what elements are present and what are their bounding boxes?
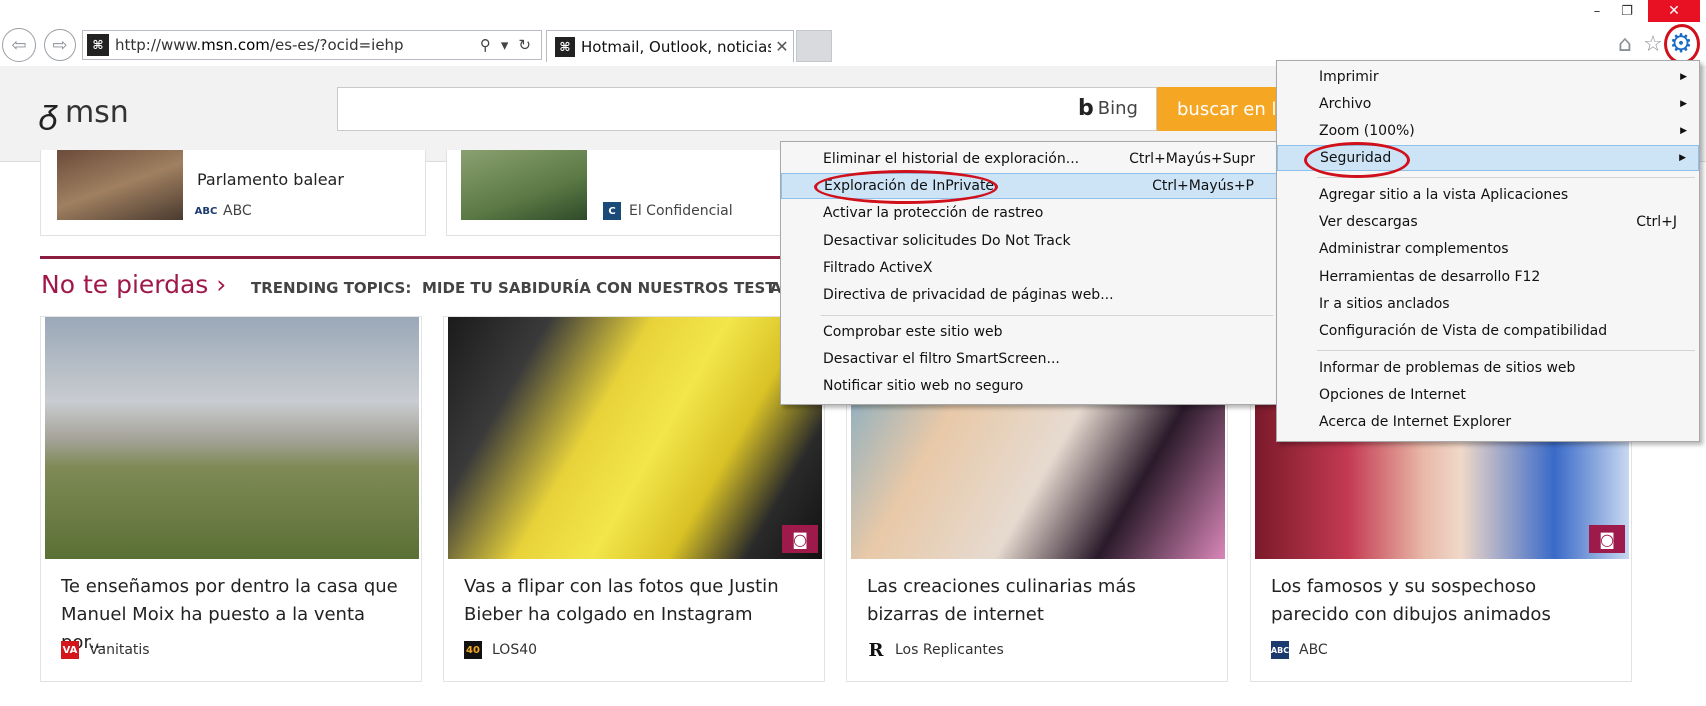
submenu-arrow-icon: ▶ xyxy=(1680,72,1687,82)
shortcut-text: Ctrl+J xyxy=(1636,214,1677,230)
site-favicon-icon: ⌘ xyxy=(87,34,109,56)
new-tab-button[interactable] xyxy=(796,30,832,62)
news-source: VA Vanitatis xyxy=(61,641,150,659)
news-source: ABC ABC xyxy=(1270,641,1328,659)
section-title[interactable]: No te pierdas › xyxy=(41,270,226,299)
minimize-button[interactable]: – xyxy=(1582,0,1612,22)
search-icon[interactable]: ⚲ xyxy=(480,36,491,54)
browser-chrome: – ❐ ✕ ⇦ ⇨ ⌘ http://www.msn.com/es-es/?oc… xyxy=(0,0,1706,66)
submenu-arrow-icon: ▶ xyxy=(1680,99,1687,109)
menu-item-compat-view[interactable]: Configuración de Vista de compatibilidad xyxy=(1277,318,1699,344)
menu-separator xyxy=(821,315,1273,316)
menu-item-do-not-track[interactable]: Desactivar solicitudes Do Not Track xyxy=(781,228,1277,254)
los40-logo-icon: 40 xyxy=(464,641,482,659)
news-card-top[interactable]: C El Confidencial xyxy=(446,150,832,236)
url-text[interactable]: http://www.msn.com/es-es/?ocid=iehp xyxy=(115,36,480,54)
trending-link[interactable]: MIDE TU SABIDURÍA CON NUESTROS TEST xyxy=(422,279,775,297)
menu-item-tracking-protection[interactable]: Activar la protección de rastreo xyxy=(781,200,1277,226)
menu-separator xyxy=(1317,177,1695,178)
tools-menu: Imprimir ▶ Archivo ▶ Zoom (100%) ▶ Segurida… xyxy=(1276,60,1700,442)
news-title[interactable]: Vas a flipar con las fotos que Justin Bi… xyxy=(464,573,808,629)
forward-button[interactable]: ⇨ xyxy=(44,29,76,61)
shortcut-text: Ctrl+Mayús+P xyxy=(1152,178,1254,194)
news-thumbnail xyxy=(57,150,183,220)
news-thumbnail xyxy=(461,150,587,220)
menu-item-check-site[interactable]: Comprobar este sitio web xyxy=(781,319,1277,345)
news-source: R Los Replicantes xyxy=(868,639,1004,661)
news-image xyxy=(448,317,822,559)
submenu-arrow-icon: ▶ xyxy=(1679,153,1686,163)
vanitatis-logo-icon: VA xyxy=(61,641,79,659)
menu-item-pinned-sites[interactable]: Ir a sitios anclados xyxy=(1277,291,1699,317)
star-icon[interactable]: ☆ xyxy=(1640,30,1666,58)
menu-item-delete-history[interactable]: Eliminar el historial de exploración... … xyxy=(781,146,1277,172)
msn-logo[interactable]: ᵹ msn xyxy=(40,92,129,132)
search-input[interactable]: b Bing xyxy=(337,87,1157,131)
submenu-arrow-icon: ▶ xyxy=(1680,126,1687,136)
section-divider xyxy=(40,256,800,259)
maximize-button[interactable]: ❐ xyxy=(1612,0,1642,22)
menu-item-add-site-apps[interactable]: Agregar sitio a la vista Aplicaciones xyxy=(1277,182,1699,208)
forward-arrow-icon: ⇨ xyxy=(52,34,68,56)
camera-icon: ◙ xyxy=(1589,525,1625,553)
news-card-top[interactable]: Parlamento balear ABC ABC xyxy=(40,150,426,236)
tab-close-icon[interactable]: ✕ xyxy=(771,37,793,56)
back-button[interactable]: ⇦ xyxy=(2,28,36,62)
home-icon[interactable]: ⌂ xyxy=(1612,30,1638,58)
news-image xyxy=(45,317,419,559)
menu-item-about-ie[interactable]: Acerca de Internet Explorer xyxy=(1277,409,1699,435)
abc-logo-icon: ABC xyxy=(1271,641,1289,659)
back-arrow-icon: ⇦ xyxy=(11,34,27,56)
elconfidencial-logo-icon: C xyxy=(603,202,621,220)
butterfly-icon: ᵹ xyxy=(40,92,59,132)
menu-item-activex-filtering[interactable]: Filtrado ActiveX xyxy=(781,255,1277,281)
annotation-circle-inprivate xyxy=(814,170,998,204)
menu-item-manage-addons[interactable]: Administrar complementos xyxy=(1277,236,1699,262)
tab-title: Hotmail, Outlook, noticias, ... xyxy=(581,37,771,56)
close-button[interactable]: ✕ xyxy=(1648,0,1700,22)
menu-item-privacy-policy[interactable]: Directiva de privacidad de páginas web..… xyxy=(781,282,1277,308)
annotation-circle-security xyxy=(1304,142,1410,178)
news-card[interactable]: ◙ Vas a flipar con las fotos que Justin … xyxy=(443,316,825,682)
news-title[interactable]: Las creaciones culinarias más bizarras d… xyxy=(867,573,1211,629)
bing-label: b Bing xyxy=(1078,96,1138,121)
abc-logo-icon: ABC xyxy=(194,205,218,217)
news-source: C El Confidencial xyxy=(603,202,733,220)
news-source: 40 LOS40 xyxy=(464,641,537,659)
menu-item-print[interactable]: Imprimir ▶ xyxy=(1277,64,1699,90)
annotation-circle-gear xyxy=(1664,24,1700,64)
menu-item-downloads[interactable]: Ver descargas Ctrl+J xyxy=(1277,209,1699,235)
menu-item-f12-tools[interactable]: Herramientas de desarrollo F12 xyxy=(1277,264,1699,290)
news-title[interactable]: Parlamento balear xyxy=(197,170,344,189)
menu-item-file[interactable]: Archivo ▶ xyxy=(1277,91,1699,117)
news-card[interactable]: Te enseñamos por dentro la casa que Manu… xyxy=(40,316,422,682)
news-source: ABC ABC xyxy=(194,203,252,219)
shortcut-text: Ctrl+Mayús+Supr xyxy=(1129,151,1255,167)
losreplicantes-logo-icon: R xyxy=(868,639,884,661)
trending-label: TRENDING TOPICS: xyxy=(251,279,412,297)
menu-item-report-unsafe[interactable]: Notificar sitio web no seguro xyxy=(781,373,1277,399)
menu-separator xyxy=(1317,350,1695,351)
bing-icon: b xyxy=(1078,96,1094,121)
menu-item-zoom[interactable]: Zoom (100%) ▶ xyxy=(1277,118,1699,144)
refresh-icon[interactable]: ↻ xyxy=(518,36,531,54)
menu-item-internet-options[interactable]: Opciones de Internet xyxy=(1277,382,1699,408)
tab-favicon-icon: ⌘ xyxy=(555,36,575,57)
chevron-down-icon[interactable]: ▾ xyxy=(501,36,509,54)
menu-item-report-problems[interactable]: Informar de problemas de sitios web xyxy=(1277,355,1699,381)
address-bar[interactable]: ⌘ http://www.msn.com/es-es/?ocid=iehp ⚲ … xyxy=(82,30,542,60)
news-title[interactable]: Los famosos y su sospechoso parecido con… xyxy=(1271,573,1615,629)
camera-icon: ◙ xyxy=(782,525,818,553)
tab-msn[interactable]: ⌘ Hotmail, Outlook, noticias, ... ✕ xyxy=(546,30,794,62)
menu-item-smartscreen[interactable]: Desactivar el filtro SmartScreen... xyxy=(781,346,1277,372)
